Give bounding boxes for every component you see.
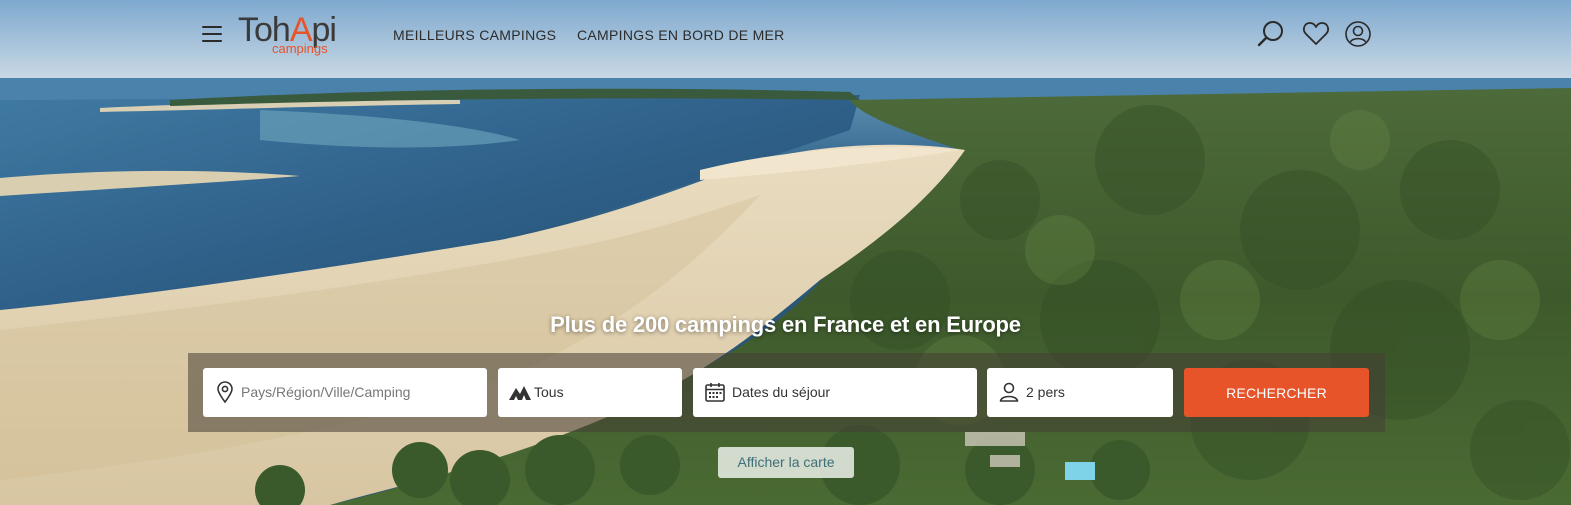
account-user-icon[interactable] — [1343, 19, 1373, 49]
tohapi-logo[interactable]: TohApi campings — [238, 12, 363, 60]
dates-value: Dates du séjour — [732, 384, 831, 400]
destination-field[interactable] — [203, 368, 487, 417]
tent-icon — [508, 380, 532, 404]
destination-input[interactable] — [241, 378, 471, 406]
guests-field[interactable]: 2 pers — [987, 368, 1173, 417]
calendar-icon — [703, 380, 727, 404]
nav-seaside-campings[interactable]: CAMPINGS EN BORD DE MER — [577, 27, 785, 43]
logo-subtitle: campings — [272, 41, 328, 56]
nav-best-campings[interactable]: MEILLEURS CAMPINGS — [393, 27, 556, 43]
location-pin-icon — [213, 380, 237, 404]
search-icon[interactable] — [1256, 19, 1286, 49]
person-icon — [997, 380, 1021, 404]
favorites-heart-icon[interactable] — [1301, 19, 1331, 49]
dates-field[interactable]: Dates du séjour — [693, 368, 977, 417]
guests-value: 2 pers — [1026, 384, 1065, 400]
hero-headline: Plus de 200 campings en France et en Eur… — [550, 312, 1021, 337]
search-submit-button[interactable]: RECHERCHER — [1184, 368, 1369, 417]
search-bar: Tous Dates du séjour 2 pers RECHERCHER — [188, 353, 1385, 432]
show-map-button[interactable]: Afficher la carte — [718, 447, 854, 478]
accommodation-type-value: Tous — [534, 384, 564, 400]
accommodation-type-select[interactable]: Tous — [498, 368, 682, 417]
hamburger-menu-icon[interactable] — [202, 26, 224, 44]
